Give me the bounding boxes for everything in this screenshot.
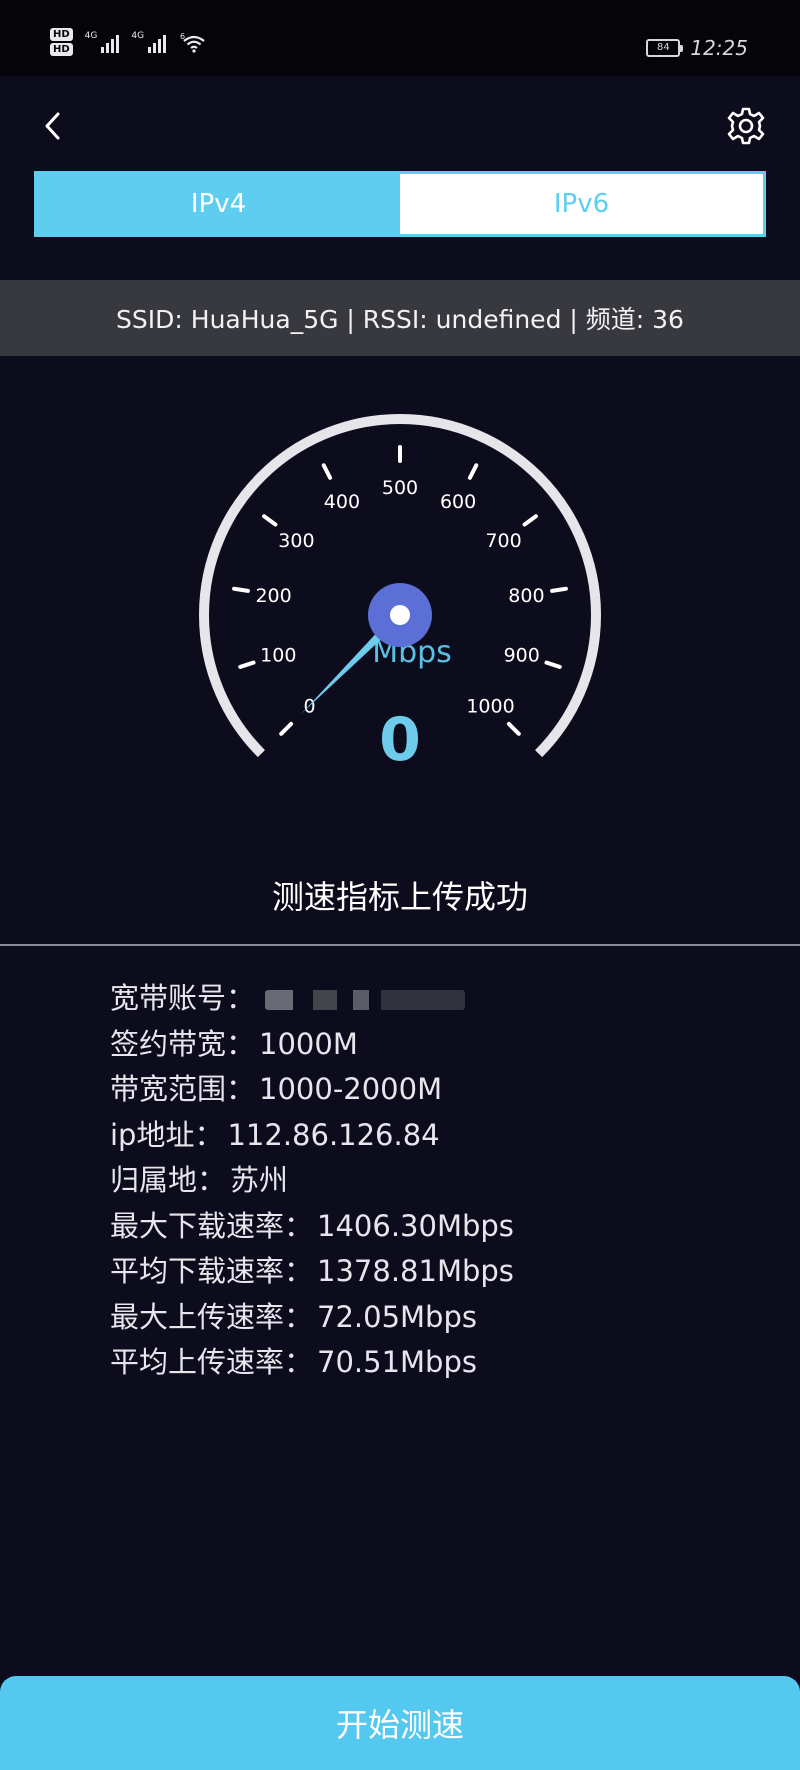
status-bar-left: HD HD 4G 4G 6 — [50, 28, 206, 56]
gauge-tick-label: 800 — [508, 585, 544, 607]
max-upload-value: 72.05Mbps — [317, 1299, 477, 1334]
bandwidth-label: 签约带宽： — [110, 1026, 256, 1061]
avg-download-label: 平均下载速率： — [110, 1254, 314, 1288]
info-row-avg-download: 平均下载速率： 1378.81Mbps — [110, 1249, 730, 1295]
gear-icon — [727, 107, 765, 145]
battery-icon: 84 — [646, 39, 684, 57]
account-label: 宽带账号： — [110, 981, 256, 1015]
gauge-tick-label: 300 — [278, 530, 314, 552]
avg-upload-value: 70.51Mbps — [317, 1345, 477, 1379]
clock: 12:25 — [690, 36, 748, 60]
gauge-tick-label: 600 — [440, 491, 476, 513]
max-upload-label: 最大上传速率： — [110, 1299, 314, 1334]
signal-1-icon: 4G — [85, 31, 120, 53]
network-type-label: 4G — [131, 31, 145, 41]
avg-download-value: 1378.81Mbps — [317, 1254, 514, 1288]
info-row-max-upload: 最大上传速率： 72.05Mbps — [110, 1295, 730, 1341]
gauge-tick-mark — [279, 721, 294, 736]
avg-upload-label: 平均上传速率： — [110, 1345, 314, 1379]
info-row-bandwidth: 签约带宽： 1000M — [110, 1022, 730, 1068]
gauge-tick-label: 700 — [485, 530, 521, 552]
status-bar-right: 84 12:25 — [646, 36, 748, 60]
info-row-avg-upload: 平均上传速率： 70.51Mbps — [110, 1340, 730, 1386]
gauge-tick-mark — [550, 586, 568, 593]
info-row-location: 归属地： 苏州 — [110, 1158, 730, 1204]
gauge-tick-label: 500 — [382, 477, 418, 499]
ip-label: ip地址： — [110, 1117, 224, 1152]
range-label: 带宽范围： — [110, 1072, 256, 1106]
max-download-value: 1406.30Mbps — [317, 1208, 514, 1243]
gauge-hub-center — [390, 605, 410, 625]
ip-version-tabs: IPv4 IPv6 — [34, 171, 766, 237]
info-row-ip: ip地址： 112.86.126.84 — [110, 1113, 730, 1159]
gauge-tick-mark — [262, 514, 278, 527]
back-button[interactable] — [36, 104, 72, 148]
gauge-tick-mark — [522, 514, 538, 527]
gauge-tick-mark — [321, 463, 333, 480]
chevron-left-icon — [45, 112, 60, 140]
divider — [0, 944, 800, 946]
location-label: 归属地： — [110, 1163, 227, 1197]
tab-ipv4[interactable]: IPv4 — [37, 174, 400, 234]
tab-ipv6[interactable]: IPv6 — [400, 174, 763, 234]
wifi-icon: 6 — [180, 32, 205, 53]
hd-badge: HD — [50, 28, 73, 41]
network-type-label: 4G — [84, 31, 98, 41]
max-download-label: 最大下载速率： — [110, 1208, 314, 1243]
gauge-tick-label: 100 — [260, 645, 296, 667]
hd-badge: HD — [50, 43, 73, 56]
start-speed-test-button[interactable]: 开始测速 — [0, 1676, 800, 1770]
speed-test-screen: HD HD 4G 4G 6 84 12:25 IPv4 IPv6 SSID: H… — [0, 0, 800, 1770]
gauge-tick-label: 400 — [324, 491, 360, 513]
ip-value: 112.86.126.84 — [227, 1117, 440, 1152]
gauge-tick-label: 900 — [504, 645, 540, 667]
hd-indicators: HD HD — [50, 28, 73, 56]
location-value: 苏州 — [230, 1163, 289, 1197]
gauge-tick-mark — [467, 463, 479, 480]
gauge-tick-mark — [506, 721, 521, 736]
signal-2-icon: 4G — [131, 31, 167, 53]
info-row-account: 宽带账号： — [110, 976, 730, 1022]
settings-button[interactable] — [726, 106, 766, 146]
status-bar: HD HD 4G 4G 6 84 12:25 — [0, 0, 800, 76]
upload-status-message: 测速指标上传成功 — [271, 878, 528, 916]
gauge-tick-mark — [232, 586, 250, 593]
account-value-redacted — [265, 990, 466, 1010]
info-row-range: 带宽范围： 1000-2000M — [110, 1067, 730, 1113]
gauge-tick-label: 200 — [255, 585, 291, 607]
range-value: 1000-2000M — [259, 1072, 443, 1106]
result-info-list: 宽带账号： 签约带宽： 1000M 带宽范围： 1000-2000M ip地址： 11… — [110, 976, 730, 1386]
wifi-info-bar: SSID: HuaHua_5G | RSSI: undefined | 频道: … — [0, 280, 800, 356]
gauge-tick-mark — [544, 660, 562, 669]
bandwidth-value: 1000M — [259, 1026, 358, 1061]
current-speed-value: 0 — [379, 705, 421, 775]
info-row-max-download: 最大下载速率： 1406.30Mbps — [110, 1204, 730, 1250]
battery-level: 84 — [656, 42, 670, 53]
gauge-tick-mark — [238, 660, 256, 669]
